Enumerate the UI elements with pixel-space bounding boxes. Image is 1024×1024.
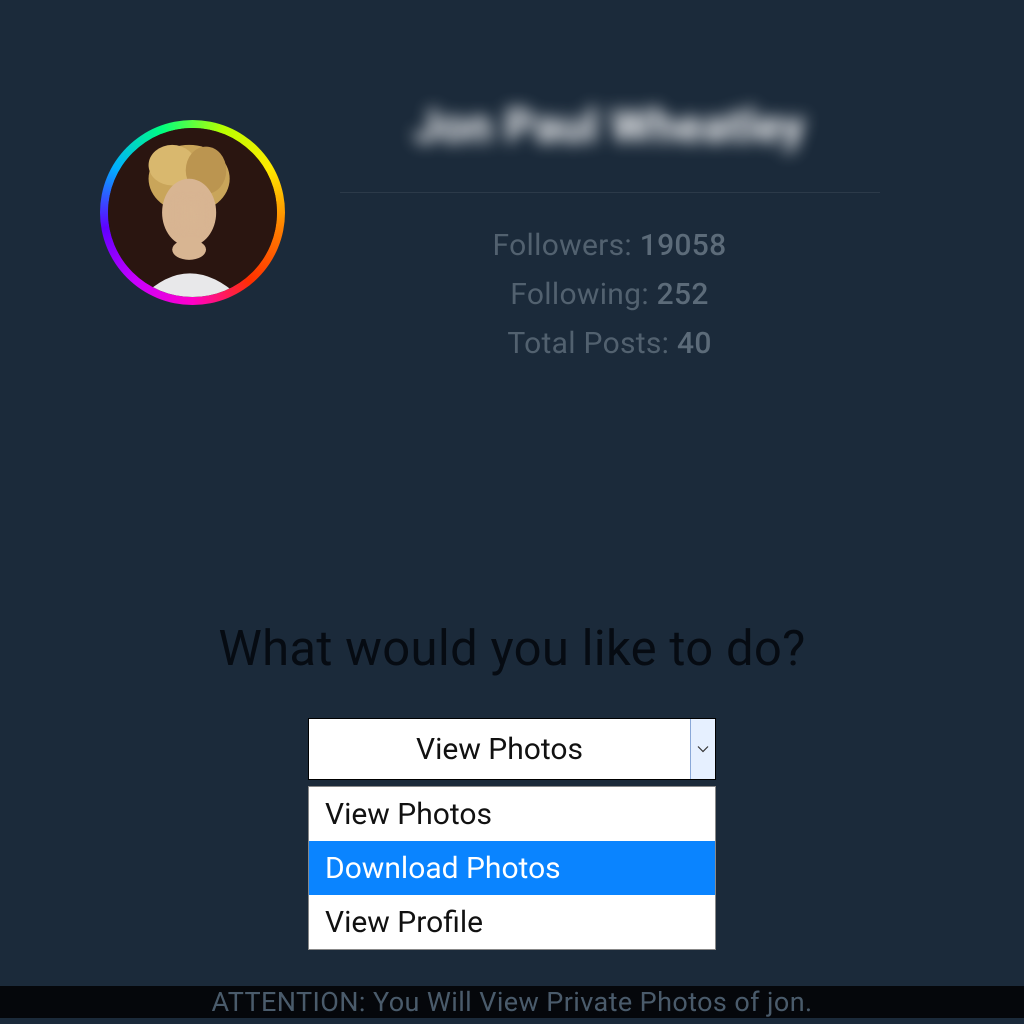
avatar <box>108 128 277 297</box>
posts-value: 40 <box>677 326 712 361</box>
attention-notice: ATTENTION: You Will View Private Photos … <box>0 986 1024 1018</box>
following-label: Following: <box>510 277 649 312</box>
divider <box>340 192 880 193</box>
select-options-list: View Photos Download Photos View Profile <box>308 786 716 950</box>
following-stat: Following: 252 <box>510 277 708 312</box>
chevron-down-icon <box>690 719 715 779</box>
posts-stat: Total Posts: 40 <box>507 326 711 361</box>
followers-stat: Followers: 19058 <box>493 228 727 263</box>
followers-label: Followers: <box>493 228 632 263</box>
action-select[interactable]: View Photos <box>308 718 716 780</box>
select-current-value: View Photos <box>309 732 690 767</box>
posts-label: Total Posts: <box>507 326 669 361</box>
following-value: 252 <box>657 277 709 312</box>
prompt-question: What would you like to do? <box>0 620 1024 677</box>
option-download-photos[interactable]: Download Photos <box>309 841 715 895</box>
avatar-ring <box>100 120 285 305</box>
option-view-photos[interactable]: View Photos <box>309 787 715 841</box>
profile-name: Jon Paul Wheatley <box>414 100 806 154</box>
followers-value: 19058 <box>640 228 727 263</box>
option-view-profile[interactable]: View Profile <box>309 895 715 949</box>
